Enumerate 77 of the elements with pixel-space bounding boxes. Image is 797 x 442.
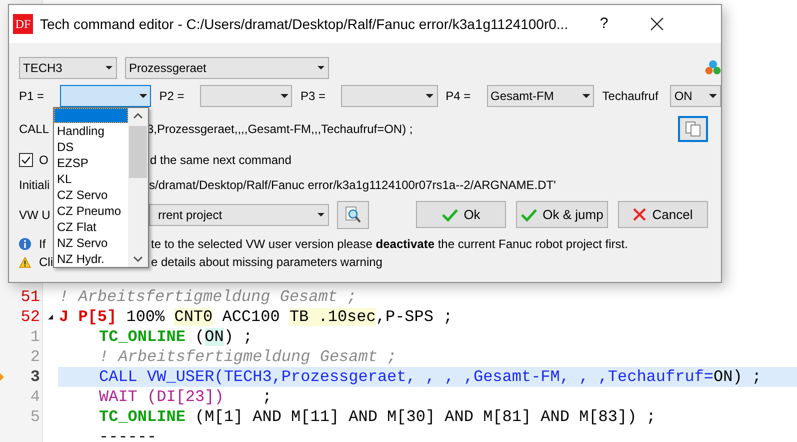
line-number: 2 [30,348,40,366]
line-number: 1 [30,328,40,346]
cross-icon [633,208,646,221]
line-number: 51 [20,288,40,306]
code-line: WAIT (DI[23]) ; [99,388,272,406]
copy-icon [685,121,701,137]
window-title: Tech command editor - C:/Users/dramat/Desktop/Ralf/Fanuc error/k3a1g1124100r0... [40,14,568,34]
dropdown-item[interactable]: NZ Hydr. [54,251,128,267]
info-icon [19,238,31,250]
dropdown-item[interactable]: Handling [54,123,128,139]
search-icon [344,206,362,224]
checkbox-label: O [39,153,48,167]
dropdown-item[interactable]: CZ Pneumo [54,203,128,219]
code-line: J P[5] 100% CNT0 ACC100 TB .10sec,P-SPS ; [59,308,453,326]
dropdown-item[interactable]: DS [54,139,128,155]
techaufruf-label: Techaufruf [602,88,660,105]
param-dropdown[interactable]: Gesamt-FM [486,85,594,107]
ok-button[interactable]: Ok [416,201,506,228]
dropdown-item[interactable]: CZ Servo [54,187,128,203]
param-dropdown[interactable] [60,85,152,107]
command-preview-text: CALL [19,122,50,136]
code-line: TC_ONLINE (ON) ; [99,328,253,346]
dropdown-item[interactable]: KL [54,171,128,187]
checkbox-label: d the same next command [150,152,292,169]
line-number: 5 [30,408,40,426]
caret-icon [139,94,148,98]
dropdown-item[interactable]: EZSP [54,155,128,171]
code-line: TC_ONLINE (M[1] AND M[11] AND M[30] AND M[81] AND M[83]) ; [99,408,656,426]
line-number: 4 [30,388,40,406]
warning-text: Cli [39,255,53,269]
file-path-text: Initiali [19,178,50,192]
code-line: ! Arbeitsfertigmeldung Gesamt ; [59,288,357,306]
techaufruf-dropdown[interactable]: ON [670,85,721,107]
caret-icon [708,94,717,98]
command-preview-text: 3,Prozessgeraet,,,,Gesamt-FM,,,Techaufruf=ON) ; [147,121,413,138]
info-text: te to the selected VW user version please deactivate the current Fanuc robot project first. [151,236,628,253]
line-number: 3 [30,368,40,386]
code-line: ------ [99,428,157,442]
help-button[interactable]: ? [594,12,614,36]
caret-icon [426,94,434,98]
copy-button[interactable] [678,116,708,142]
warning-icon [19,256,31,268]
code-line: CALL VW_USER(TECH3,Prozessgeraet, , , ,Gesamt-FM, , ,Techaufruf=ON) ; [99,368,762,386]
code-line: ! Arbeitsfertigmeldung Gesamt ; [99,348,397,366]
checkbox[interactable] [19,153,33,167]
version-label: VW U [19,208,50,222]
caret-icon [280,94,288,98]
dropdown-item[interactable]: CZ Flat [54,219,128,235]
version-dropdown[interactable]: rrent project [149,204,329,226]
caret-icon [317,66,325,70]
search-button[interactable] [337,200,369,228]
info-text: If [39,237,46,251]
tech-dropdown[interactable]: TECH3 [19,56,117,78]
ok-button[interactable]: Ok & jump [516,201,608,228]
param-label: P1 = [19,88,46,105]
line-number: 52 [20,308,40,326]
current-line-marker-icon [0,373,4,381]
caret-icon [105,66,113,70]
chevron-up-icon[interactable] [133,112,143,120]
param-label: P2 = [159,88,186,105]
param-label: P3 = [300,88,326,105]
caret-icon [582,94,590,98]
app-logo: DF [13,14,33,34]
close-icon[interactable] [650,17,664,31]
dropdown-item[interactable]: NZ Servo [54,235,128,251]
scrollbar-thumb[interactable] [129,126,147,178]
cancel-button[interactable]: Cancel [618,201,708,228]
chevron-down-icon[interactable] [133,255,143,263]
device-dropdown[interactable]: Prozessgeraet [125,56,329,78]
scrollbar[interactable] [128,108,148,267]
warning-text: e details about missing parameters warning [151,254,382,271]
spheres-icon[interactable] [705,59,721,76]
file-path-text: s/dramat/Desktop/Ralf/Fanuc error/k3a1g1124100r07rs1a--2/ARGNAME.DT' [149,177,556,194]
caret-icon [317,212,325,216]
checkmark-icon [442,208,458,222]
param-label: P4 = [446,88,472,105]
checkmark-icon [520,208,537,222]
